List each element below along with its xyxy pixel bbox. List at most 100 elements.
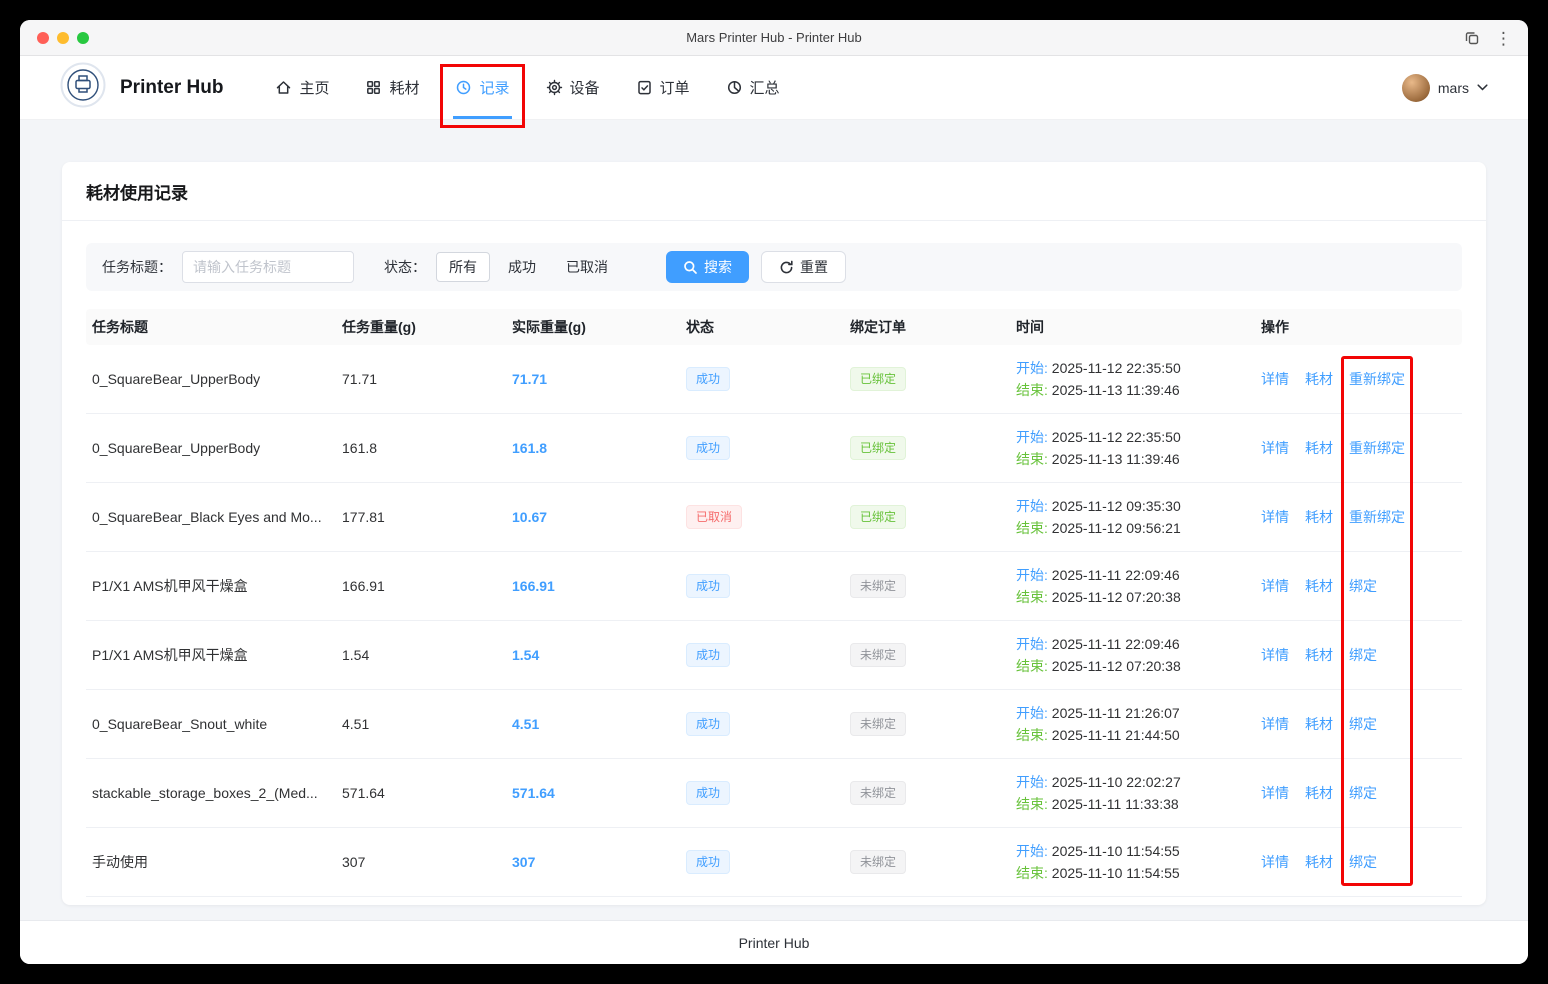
order-icon bbox=[636, 79, 653, 96]
status-option-success[interactable]: 成功 bbox=[496, 252, 548, 282]
nav-item-devices[interactable]: 设备 bbox=[546, 56, 600, 119]
nav-item-records[interactable]: 记录 bbox=[455, 56, 509, 119]
app-window: Mars Printer Hub - Printer Hub ⋮ bbox=[20, 20, 1528, 964]
bind-action-link[interactable]: 重新绑定 bbox=[1349, 438, 1405, 458]
consumable-link[interactable]: 耗材 bbox=[1305, 369, 1333, 389]
column-header-actions: 操作 bbox=[1255, 317, 1462, 337]
nav-item-consumables[interactable]: 耗材 bbox=[365, 56, 419, 119]
task-title-cell: P1/X1 AMS机甲风干燥盒 bbox=[86, 645, 336, 665]
detail-link[interactable]: 详情 bbox=[1261, 645, 1289, 665]
detail-link[interactable]: 详情 bbox=[1261, 576, 1289, 596]
status-option-all[interactable]: 所有 bbox=[436, 252, 490, 282]
actual-weight-cell: 4.51 bbox=[506, 716, 680, 732]
end-time-value: 2025-11-11 11:33:38 bbox=[1052, 796, 1179, 812]
menu-kebab-icon[interactable]: ⋮ bbox=[1495, 30, 1512, 47]
search-button[interactable]: 搜索 bbox=[666, 251, 749, 283]
order-badge: 已绑定 bbox=[850, 367, 906, 391]
actual-weight-cell: 1.54 bbox=[506, 647, 680, 663]
consumable-link[interactable]: 耗材 bbox=[1305, 576, 1333, 596]
consumable-link[interactable]: 耗材 bbox=[1305, 507, 1333, 527]
actual-weight-cell: 307 bbox=[506, 854, 680, 870]
consumable-link[interactable]: 耗材 bbox=[1305, 645, 1333, 665]
column-header-bound-order: 绑定订单 bbox=[844, 317, 1010, 337]
task-title-cell: P1/X1 AMS机甲风干燥盒 bbox=[86, 576, 336, 596]
task-weight-cell: 571.64 bbox=[336, 785, 506, 801]
end-time-label: 结束: bbox=[1016, 658, 1048, 674]
nav-item-home[interactable]: 主页 bbox=[275, 56, 329, 119]
order-badge: 未绑定 bbox=[850, 574, 906, 598]
time-cell: 开始: 2025-11-12 09:35:30 结束: 2025-11-12 0… bbox=[1010, 495, 1255, 539]
detail-link[interactable]: 详情 bbox=[1261, 714, 1289, 734]
user-menu[interactable]: mars bbox=[1402, 56, 1488, 119]
actual-weight-cell: 71.71 bbox=[506, 371, 680, 387]
app-header: Printer Hub 主页 耗材 记录 bbox=[20, 56, 1528, 120]
zoom-window-button[interactable] bbox=[77, 32, 89, 44]
nav-label: 记录 bbox=[479, 77, 509, 98]
records-card: 耗材使用记录 任务标题： 状态： 所有 成功 已取消 bbox=[62, 162, 1486, 905]
task-weight-cell: 307 bbox=[336, 854, 506, 870]
task-title-cell: 手动使用 bbox=[86, 852, 336, 872]
start-time-value: 2025-11-11 22:09:46 bbox=[1052, 567, 1180, 583]
consumable-link[interactable]: 耗材 bbox=[1305, 714, 1333, 734]
close-window-button[interactable] bbox=[37, 32, 49, 44]
nav-label: 主页 bbox=[299, 77, 329, 98]
start-time-label: 开始: bbox=[1016, 567, 1048, 583]
nav-item-summary[interactable]: 汇总 bbox=[726, 56, 780, 119]
task-title-cell: 0_SquareBear_Snout_white bbox=[86, 716, 336, 732]
bind-action-link[interactable]: 绑定 bbox=[1349, 645, 1377, 665]
task-title-input[interactable] bbox=[182, 251, 354, 283]
status-badge: 成功 bbox=[686, 436, 730, 460]
bind-action-link[interactable]: 绑定 bbox=[1349, 714, 1377, 734]
table-row: 手动使用 307 307 成功 未绑定 开始: 2025-11-10 11:54… bbox=[86, 828, 1462, 897]
order-badge: 未绑定 bbox=[850, 850, 906, 874]
start-time-value: 2025-11-11 21:26:07 bbox=[1052, 705, 1180, 721]
app-logo bbox=[60, 62, 106, 113]
table-body: 0_SquareBear_UpperBody 71.71 71.71 成功 已绑… bbox=[86, 345, 1462, 897]
nav-label: 汇总 bbox=[750, 77, 780, 98]
column-header-actual-weight: 实际重量(g) bbox=[506, 317, 680, 337]
nav-item-orders[interactable]: 订单 bbox=[636, 56, 690, 119]
task-weight-cell: 177.81 bbox=[336, 509, 506, 525]
chevron-down-icon bbox=[1477, 84, 1488, 91]
detail-link[interactable]: 详情 bbox=[1261, 783, 1289, 803]
task-weight-cell: 71.71 bbox=[336, 371, 506, 387]
grid-icon bbox=[365, 79, 382, 96]
clock-icon bbox=[455, 79, 472, 96]
actual-weight-cell: 166.91 bbox=[506, 578, 680, 594]
order-badge: 已绑定 bbox=[850, 436, 906, 460]
bind-action-link[interactable]: 重新绑定 bbox=[1349, 507, 1405, 527]
main-content: 耗材使用记录 任务标题： 状态： 所有 成功 已取消 bbox=[20, 120, 1528, 920]
status-badge: 成功 bbox=[686, 574, 730, 598]
status-badge: 成功 bbox=[686, 367, 730, 391]
avatar bbox=[1402, 74, 1430, 102]
start-time-value: 2025-11-12 22:35:50 bbox=[1052, 360, 1181, 376]
detail-link[interactable]: 详情 bbox=[1261, 507, 1289, 527]
consumable-link[interactable]: 耗材 bbox=[1305, 783, 1333, 803]
consumable-link[interactable]: 耗材 bbox=[1305, 852, 1333, 872]
consumable-link[interactable]: 耗材 bbox=[1305, 438, 1333, 458]
end-time-value: 2025-11-13 11:39:46 bbox=[1052, 451, 1180, 467]
task-title-cell: 0_SquareBear_UpperBody bbox=[86, 371, 336, 387]
detail-link[interactable]: 详情 bbox=[1261, 438, 1289, 458]
extensions-icon[interactable] bbox=[1464, 30, 1480, 46]
detail-link[interactable]: 详情 bbox=[1261, 852, 1289, 872]
reset-button-label: 重置 bbox=[800, 257, 828, 277]
minimize-window-button[interactable] bbox=[57, 32, 69, 44]
status-badge: 成功 bbox=[686, 781, 730, 805]
bind-action-link[interactable]: 重新绑定 bbox=[1349, 369, 1405, 389]
status-option-cancelled[interactable]: 已取消 bbox=[554, 252, 620, 282]
search-icon bbox=[683, 260, 698, 275]
home-icon bbox=[275, 79, 292, 96]
bind-action-link[interactable]: 绑定 bbox=[1349, 852, 1377, 872]
task-title-cell: 0_SquareBear_UpperBody bbox=[86, 440, 336, 456]
reset-button[interactable]: 重置 bbox=[761, 251, 846, 283]
order-badge: 未绑定 bbox=[850, 781, 906, 805]
column-header-task-weight: 任务重量(g) bbox=[336, 317, 506, 337]
detail-link[interactable]: 详情 bbox=[1261, 369, 1289, 389]
status-badge: 已取消 bbox=[686, 505, 742, 529]
end-time-value: 2025-11-12 09:56:21 bbox=[1052, 520, 1181, 536]
table-header-row: 任务标题 任务重量(g) 实际重量(g) 状态 绑定订单 时间 操作 bbox=[86, 309, 1462, 345]
bind-action-link[interactable]: 绑定 bbox=[1349, 576, 1377, 596]
bind-action-link[interactable]: 绑定 bbox=[1349, 783, 1377, 803]
column-header-time: 时间 bbox=[1010, 317, 1255, 337]
